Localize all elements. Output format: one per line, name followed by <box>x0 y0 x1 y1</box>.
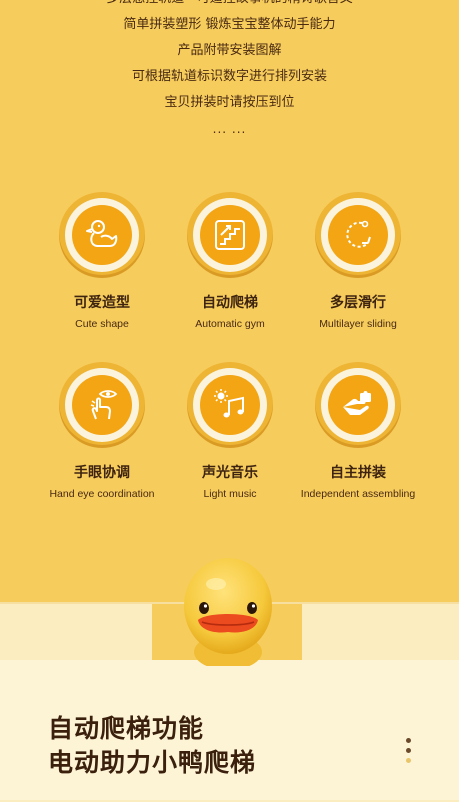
page-dot <box>406 748 411 753</box>
feature-cute-shape: 可爱造型 Cute shape <box>38 192 166 338</box>
feature-title: 自主拼装 <box>330 465 386 481</box>
intro-line: 简单拼装塑形 锻炼宝宝整体动手能力 <box>123 17 336 32</box>
stairs-icon <box>215 220 245 250</box>
feature-title: 声光音乐 <box>202 465 258 481</box>
feature-title: 自动爬梯 <box>202 295 258 311</box>
page-dot <box>406 758 411 763</box>
feature-subtitle: Cute shape <box>75 318 129 330</box>
feature-subtitle: Light music <box>203 488 257 500</box>
feature-badge <box>315 362 401 448</box>
feature-badge <box>187 362 273 448</box>
feature-title: 可爱造型 <box>74 295 130 311</box>
feature-automatic-gym: 自动爬梯 Automatic gym <box>166 192 294 338</box>
feature-subtitle: Automatic gym <box>195 318 265 330</box>
feature-multilayer-sliding: 多层滑行 Multilayer sliding <box>294 192 422 338</box>
intro-text: 多层急控轨道 · 可遥控故事机的精诗歌音文 简单拼装塑形 锻炼宝宝整体动手能力 … <box>0 0 459 142</box>
headline-line-2: 电动助力小鸭爬梯 <box>48 748 257 777</box>
feature-badge <box>59 362 145 448</box>
feature-subtitle: Hand eye coordination <box>49 488 155 500</box>
duck-mascot-image <box>184 558 272 666</box>
feature-independent-assembling: 自主拼装 Independent assembling <box>294 362 422 508</box>
headline: 自动爬梯功能 电动助力小鸭爬梯 <box>48 712 256 780</box>
feature-grid: 可爱造型 Cute shape 自动爬梯 Automatic gym 多层滑行 … <box>38 192 422 508</box>
feature-badge <box>187 192 273 278</box>
intro-line: 产品附带安装图解 <box>177 43 282 58</box>
sliding-arrow-icon <box>346 220 371 248</box>
feature-badge <box>59 192 145 278</box>
intro-line: 多层急控轨道 · 可遥控故事机的精诗歌音文 <box>0 0 459 12</box>
light-music-icon <box>214 389 244 418</box>
feature-badge <box>315 192 401 278</box>
feature-title: 多层滑行 <box>330 295 386 311</box>
intro-ellipsis: ... ... <box>212 122 247 136</box>
feature-subtitle: Multilayer sliding <box>319 318 397 330</box>
feature-light-music: 声光音乐 Light music <box>166 362 294 508</box>
feature-subtitle: Independent assembling <box>300 488 416 500</box>
hand-eye-icon <box>90 390 118 420</box>
intro-line: 宝贝拼装时请按压到位 <box>164 95 295 110</box>
headline-line-1: 自动爬梯功能 <box>48 714 205 743</box>
intro-line: 可根据轨道标识数字进行排列安装 <box>131 69 327 84</box>
feature-hand-eye: 手眼协调 Hand eye coordination <box>38 362 166 508</box>
assembling-hand-icon <box>343 391 371 415</box>
feature-title: 手眼协调 <box>74 465 130 481</box>
page-indicator <box>406 738 412 768</box>
duck-icon <box>86 220 118 247</box>
page-dot <box>406 738 411 743</box>
